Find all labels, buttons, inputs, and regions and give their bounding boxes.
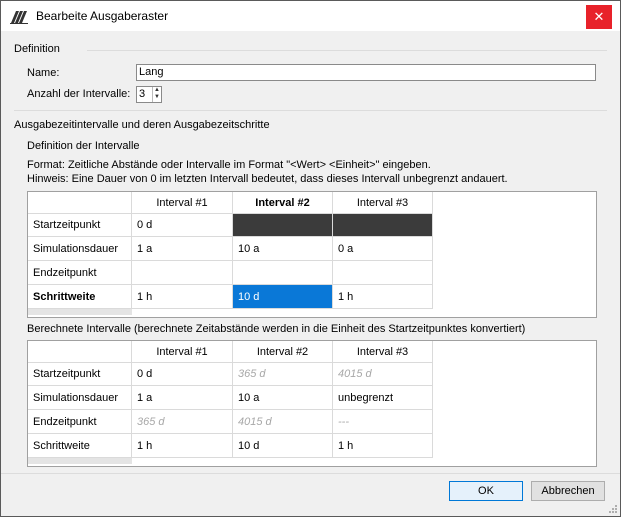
column-header[interactable]: Interval #1 xyxy=(132,192,233,214)
dialog-window: Bearbeite Ausgaberaster ✕ Definition Nam… xyxy=(0,0,621,517)
row-header[interactable]: Endzeitpunkt xyxy=(28,261,132,285)
table-cell[interactable] xyxy=(333,261,433,285)
table-cell[interactable] xyxy=(132,261,233,285)
cancel-button[interactable]: Abbrechen xyxy=(531,481,605,501)
column-header[interactable]: Interval #3 xyxy=(333,341,433,363)
window-title: Bearbeite Ausgaberaster xyxy=(36,9,169,23)
definition-heading: Definition xyxy=(14,43,60,55)
table-cell[interactable]: 0 a xyxy=(333,237,433,261)
computed-cell: 365 d xyxy=(233,363,333,386)
row-header-footer xyxy=(28,309,132,315)
table-cell[interactable]: 0 d xyxy=(132,363,233,386)
app-logo-icon xyxy=(10,8,28,24)
table-cell[interactable]: 1 h xyxy=(333,285,433,309)
column-header[interactable]: Interval #2 xyxy=(233,341,333,363)
computed-heading: Berechnete Intervalle (berechnete Zeitab… xyxy=(27,323,526,335)
disabled-cell xyxy=(233,214,333,237)
interval-count-spinner[interactable]: 3 ▲ ▼ xyxy=(136,86,162,103)
column-header[interactable]: Interval #1 xyxy=(132,341,233,363)
table-cell[interactable]: 10 a xyxy=(233,386,333,410)
divider xyxy=(14,110,607,111)
row-header[interactable]: Endzeitpunkt xyxy=(28,410,132,434)
table-cell[interactable]: 10 d xyxy=(233,434,333,458)
table-cell[interactable]: unbegrenzt xyxy=(333,386,433,410)
computed-cell: --- xyxy=(333,410,433,434)
interval-count-value: 3 xyxy=(139,88,146,100)
resize-grip-icon[interactable] xyxy=(608,504,618,514)
divider xyxy=(87,50,607,51)
computed-cell: 4015 d xyxy=(233,410,333,434)
title-bar[interactable]: Bearbeite Ausgaberaster ✕ xyxy=(1,1,620,31)
table-cell[interactable]: 1 a xyxy=(132,237,233,261)
close-button[interactable]: ✕ xyxy=(586,5,612,29)
table-cell[interactable]: 1 h xyxy=(132,285,233,309)
column-header[interactable]: Interval #3 xyxy=(333,192,433,214)
name-label: Name: xyxy=(27,67,60,79)
interval-count-label: Anzahl der Intervalle: xyxy=(27,88,131,100)
table-corner xyxy=(28,341,132,363)
duration-hint: Hinweis: Eine Dauer von 0 im letzten Int… xyxy=(27,173,508,185)
selected-cell[interactable]: 10 d xyxy=(233,285,333,309)
computed-cell: 4015 d xyxy=(333,363,433,386)
row-header[interactable]: Simulationsdauer xyxy=(28,386,132,410)
row-header[interactable]: Schrittweite xyxy=(28,434,132,458)
close-icon: ✕ xyxy=(593,9,605,24)
format-hint: Format: Zeitliche Abstände oder Interval… xyxy=(27,159,431,171)
computed-cell: 365 d xyxy=(132,410,233,434)
table-cell[interactable]: 0 d xyxy=(132,214,233,237)
table-corner xyxy=(28,192,132,214)
spinner-arrows-icon[interactable]: ▲ ▼ xyxy=(152,87,161,102)
row-header[interactable]: Startzeitpunkt xyxy=(28,214,132,237)
row-header[interactable]: Startzeitpunkt xyxy=(28,363,132,386)
table-cell[interactable]: 1 h xyxy=(333,434,433,458)
name-input[interactable]: Lang xyxy=(136,64,596,81)
row-header[interactable]: Simulationsdauer xyxy=(28,237,132,261)
table-cell[interactable] xyxy=(233,261,333,285)
divider xyxy=(1,473,620,474)
ok-button[interactable]: OK xyxy=(449,481,523,501)
table-cell[interactable]: 1 h xyxy=(132,434,233,458)
intervals-heading: Ausgabezeitintervalle und deren Ausgabez… xyxy=(14,119,270,131)
row-header-footer xyxy=(28,458,132,464)
definition-table[interactable]: Interval #1 Interval #2 Interval #3 Star… xyxy=(27,191,597,318)
computed-table[interactable]: Interval #1 Interval #2 Interval #3 Star… xyxy=(27,340,597,467)
disabled-cell xyxy=(333,214,433,237)
table-cell[interactable]: 1 a xyxy=(132,386,233,410)
table-cell[interactable]: 10 a xyxy=(233,237,333,261)
column-header[interactable]: Interval #2 xyxy=(233,192,333,214)
intervals-subheading: Definition der Intervalle xyxy=(27,140,140,152)
row-header[interactable]: Schrittweite xyxy=(28,285,132,309)
